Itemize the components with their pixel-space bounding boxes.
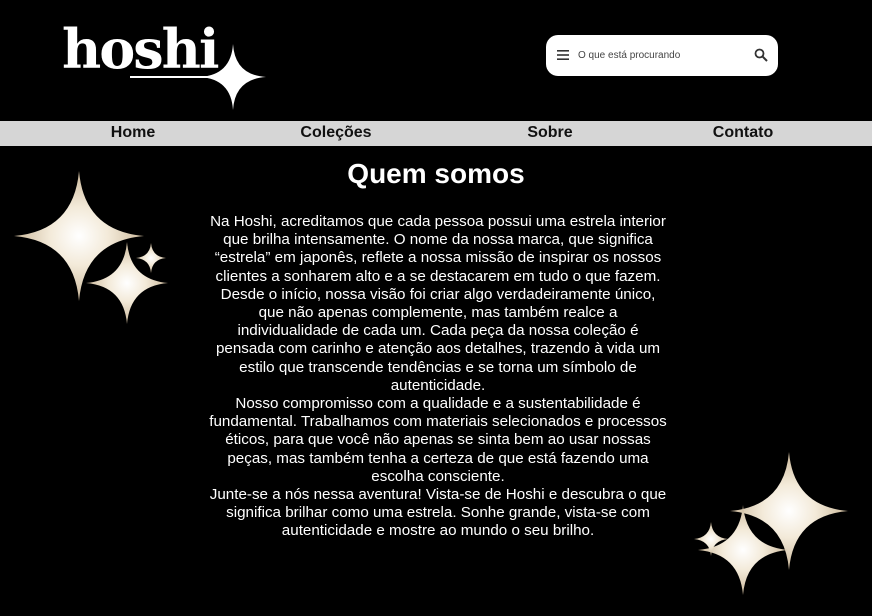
main-nav: Home Coleções Sobre Contato [0,121,872,146]
nav-item-sobre[interactable]: Sobre [527,124,572,142]
sparkles-icon [14,171,168,324]
sparkle-star-icon [200,44,266,110]
sparkles-icon [694,452,848,595]
nav-item-contato[interactable]: Contato [713,124,773,142]
about-paragraph: Nosso compromisso com a qualidade e a su… [209,395,667,485]
about-paragraph: Desde o início, nossa visão foi criar al… [215,285,661,394]
about-paragraph: Junte-se a nós nessa aventura! Vista-se … [209,486,667,540]
about-text: Na Hoshi, acreditamos que cada pessoa po… [208,213,668,541]
nav-item-colecoes[interactable]: Coleções [300,124,371,142]
page-title: Quem somos [347,158,525,189]
brand-name: hoshi [62,17,219,81]
search-input[interactable] [578,45,748,65]
search-bar[interactable] [546,35,778,76]
menu-icon[interactable] [557,50,569,60]
about-paragraph: Na Hoshi, acreditamos que cada pessoa po… [210,213,666,285]
search-icon[interactable] [754,48,768,62]
nav-item-home[interactable]: Home [111,124,155,142]
brand-logo[interactable]: hoshi [60,18,270,118]
